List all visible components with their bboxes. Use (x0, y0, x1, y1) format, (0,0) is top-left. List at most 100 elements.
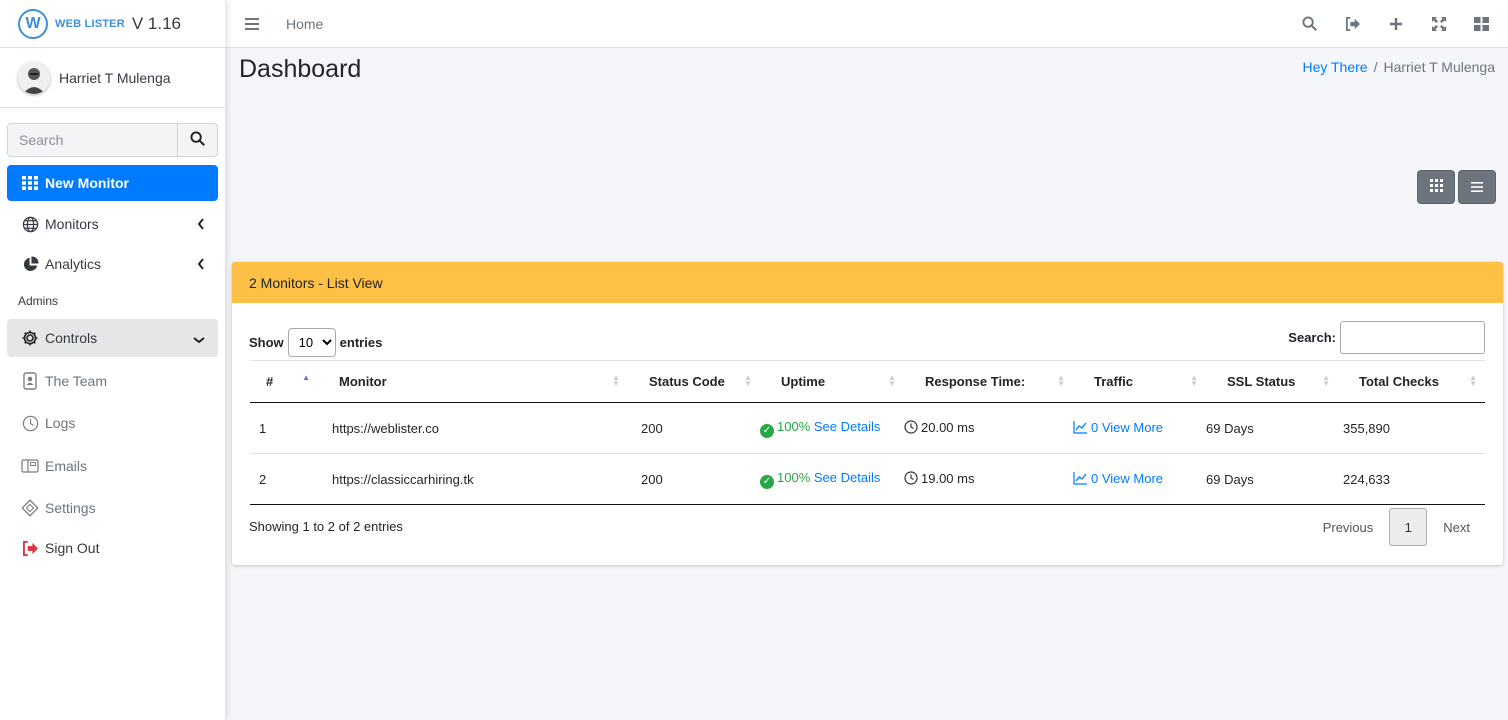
list-view-button[interactable] (1458, 170, 1496, 204)
pagination-page-current[interactable]: 1 (1389, 508, 1428, 546)
column-header-label: Traffic (1094, 374, 1134, 389)
sidebar-search (7, 123, 218, 157)
sign-out-icon[interactable] (1344, 15, 1361, 32)
cell-total-checks: 224,633 (1338, 453, 1485, 505)
search-icon (190, 131, 205, 149)
breadcrumb-separator: / (1373, 59, 1378, 75)
nav-home-link[interactable]: Home (286, 16, 323, 32)
cell-ssl-status: 69 Days (1206, 453, 1338, 505)
search-icon[interactable] (1301, 15, 1318, 32)
column-header-label: Response Time: (925, 374, 1026, 389)
sidebar-search-button[interactable] (177, 124, 217, 156)
see-details-link[interactable]: See Details (814, 470, 880, 485)
sidebar-item-new-monitor[interactable]: New Monitor (7, 165, 218, 201)
check-circle-icon: ✓ (760, 474, 774, 489)
sidebar-item-label: Analytics (45, 256, 102, 272)
menu-toggle-icon[interactable] (245, 17, 259, 30)
view-more-link[interactable]: 0 View More (1091, 471, 1163, 486)
sidebar-item-label: New Monitor (45, 175, 129, 191)
sidebar-item-the-team[interactable]: The Team (7, 363, 218, 399)
column-header-label: SSL Status (1227, 374, 1296, 389)
table-header-row: # ▲ Monitor ▲ ▼ Status Code ▲ ▼ Uptime ▲ ▼ Resp… (250, 360, 1485, 403)
sidebar-item-emails[interactable]: Emails (7, 448, 218, 484)
gear-icon (21, 329, 39, 347)
column-header-status-code[interactable]: Status Code ▲ ▼ (628, 360, 760, 403)
plus-icon[interactable] (1387, 15, 1404, 32)
cell-total-checks: 355,890 (1338, 402, 1485, 454)
sidebar-item-label: Settings (45, 500, 96, 516)
page-length-control: Show 10 entries (249, 328, 382, 357)
sort-icon: ▲ ▼ (888, 373, 896, 388)
column-header-total-checks[interactable]: Total Checks ▲ ▼ (1338, 360, 1485, 403)
sidebar: W WEB LISTER V 1.16 Harriet T Mulenga Ne… (0, 0, 225, 720)
monitors-card: 2 Monitors - List View Show 10 entries S… (232, 262, 1503, 565)
cell-traffic: 0 View More (1073, 402, 1206, 454)
column-header-traffic[interactable]: Traffic ▲ ▼ (1073, 360, 1206, 403)
sort-icon: ▲ ▼ (1469, 373, 1477, 388)
column-header-monitor[interactable]: Monitor ▲ ▼ (318, 360, 628, 403)
grid-view-button[interactable] (1417, 170, 1455, 204)
sidebar-item-label: The Team (45, 373, 107, 389)
response-time-value: 19.00 ms (921, 470, 975, 486)
sidebar-item-analytics[interactable]: Analytics (7, 246, 218, 282)
table-info: Showing 1 to 2 of 2 entries (249, 519, 403, 534)
cell-num: 2 (250, 453, 318, 505)
brand[interactable]: W WEB LISTER V 1.16 (0, 0, 225, 48)
sort-icon: ▲ ▼ (1190, 373, 1198, 388)
avatar (18, 61, 50, 94)
grid-icon (21, 174, 39, 192)
entries-label: entries (339, 335, 383, 350)
cell-uptime: ✓ 100% See Details (760, 402, 904, 454)
cell-traffic: 0 View More (1073, 453, 1206, 505)
chevron-left-icon (197, 257, 205, 273)
apps-icon[interactable] (1473, 15, 1490, 32)
sort-icon: ▲ ▼ (744, 373, 752, 388)
top-navbar: Home (225, 0, 1508, 48)
table-search-label: Search: (1288, 330, 1336, 345)
column-header-label: # (266, 374, 274, 389)
globe-icon (21, 215, 39, 233)
pagination-next[interactable]: Next (1427, 520, 1486, 535)
list-icon (1471, 179, 1483, 195)
column-header-uptime[interactable]: Uptime ▲ ▼ (760, 360, 904, 403)
sidebar-item-label: Emails (45, 458, 88, 474)
cell-uptime: ✓ 100% See Details (760, 453, 904, 505)
sidebar-item-sign-out[interactable]: Sign Out (7, 530, 218, 566)
sidebar-search-input[interactable] (8, 124, 177, 156)
see-details-link[interactable]: See Details (814, 419, 880, 434)
breadcrumb-link[interactable]: Hey There (1302, 59, 1367, 75)
sidebar-section-header: Admins (18, 294, 59, 308)
column-header-label: Uptime (781, 374, 826, 389)
sidebar-item-controls[interactable]: Controls (7, 319, 218, 357)
cell-response-time: 20.00 ms (904, 402, 1073, 454)
column-header-label: Monitor (339, 374, 387, 389)
brand-logo: W (18, 8, 48, 39)
pagination-previous[interactable]: Previous (1307, 520, 1390, 535)
uptime-value: 100% (777, 418, 811, 434)
cell-ssl-status: 69 Days (1206, 402, 1338, 454)
check-circle-icon: ✓ (760, 423, 774, 438)
grid-icon (1429, 179, 1443, 195)
column-header-num[interactable]: # ▲ (250, 360, 318, 403)
pie-chart-icon (21, 255, 39, 273)
show-label: Show (249, 335, 284, 350)
page-length-select[interactable]: 10 (287, 328, 336, 357)
column-header-ssl-status[interactable]: SSL Status ▲ ▼ (1206, 360, 1338, 403)
user-panel[interactable]: Harriet T Mulenga (0, 48, 225, 108)
table-row: 2 https://classiccarhiring.tk 200 ✓ 100% … (250, 453, 1485, 505)
column-header-response-time[interactable]: Response Time: ▲ ▼ (904, 360, 1073, 403)
sidebar-item-logs[interactable]: Logs (7, 405, 218, 441)
sidebar-item-settings[interactable]: Settings (7, 490, 218, 526)
column-header-label: Status Code (649, 374, 725, 389)
sort-icon: ▲ ▼ (612, 373, 620, 388)
table-search-input[interactable] (1340, 321, 1485, 354)
view-more-link[interactable]: 0 View More (1091, 420, 1163, 435)
page-title: Dashboard (239, 55, 362, 83)
id-badge-icon (21, 372, 39, 390)
sidebar-item-label: Controls (45, 330, 98, 346)
sidebar-item-monitors[interactable]: Monitors (7, 206, 218, 242)
expand-icon[interactable] (1430, 15, 1447, 32)
clock-icon (904, 470, 918, 488)
mail-icon (21, 457, 39, 475)
cell-monitor: https://classiccarhiring.tk (318, 453, 628, 505)
